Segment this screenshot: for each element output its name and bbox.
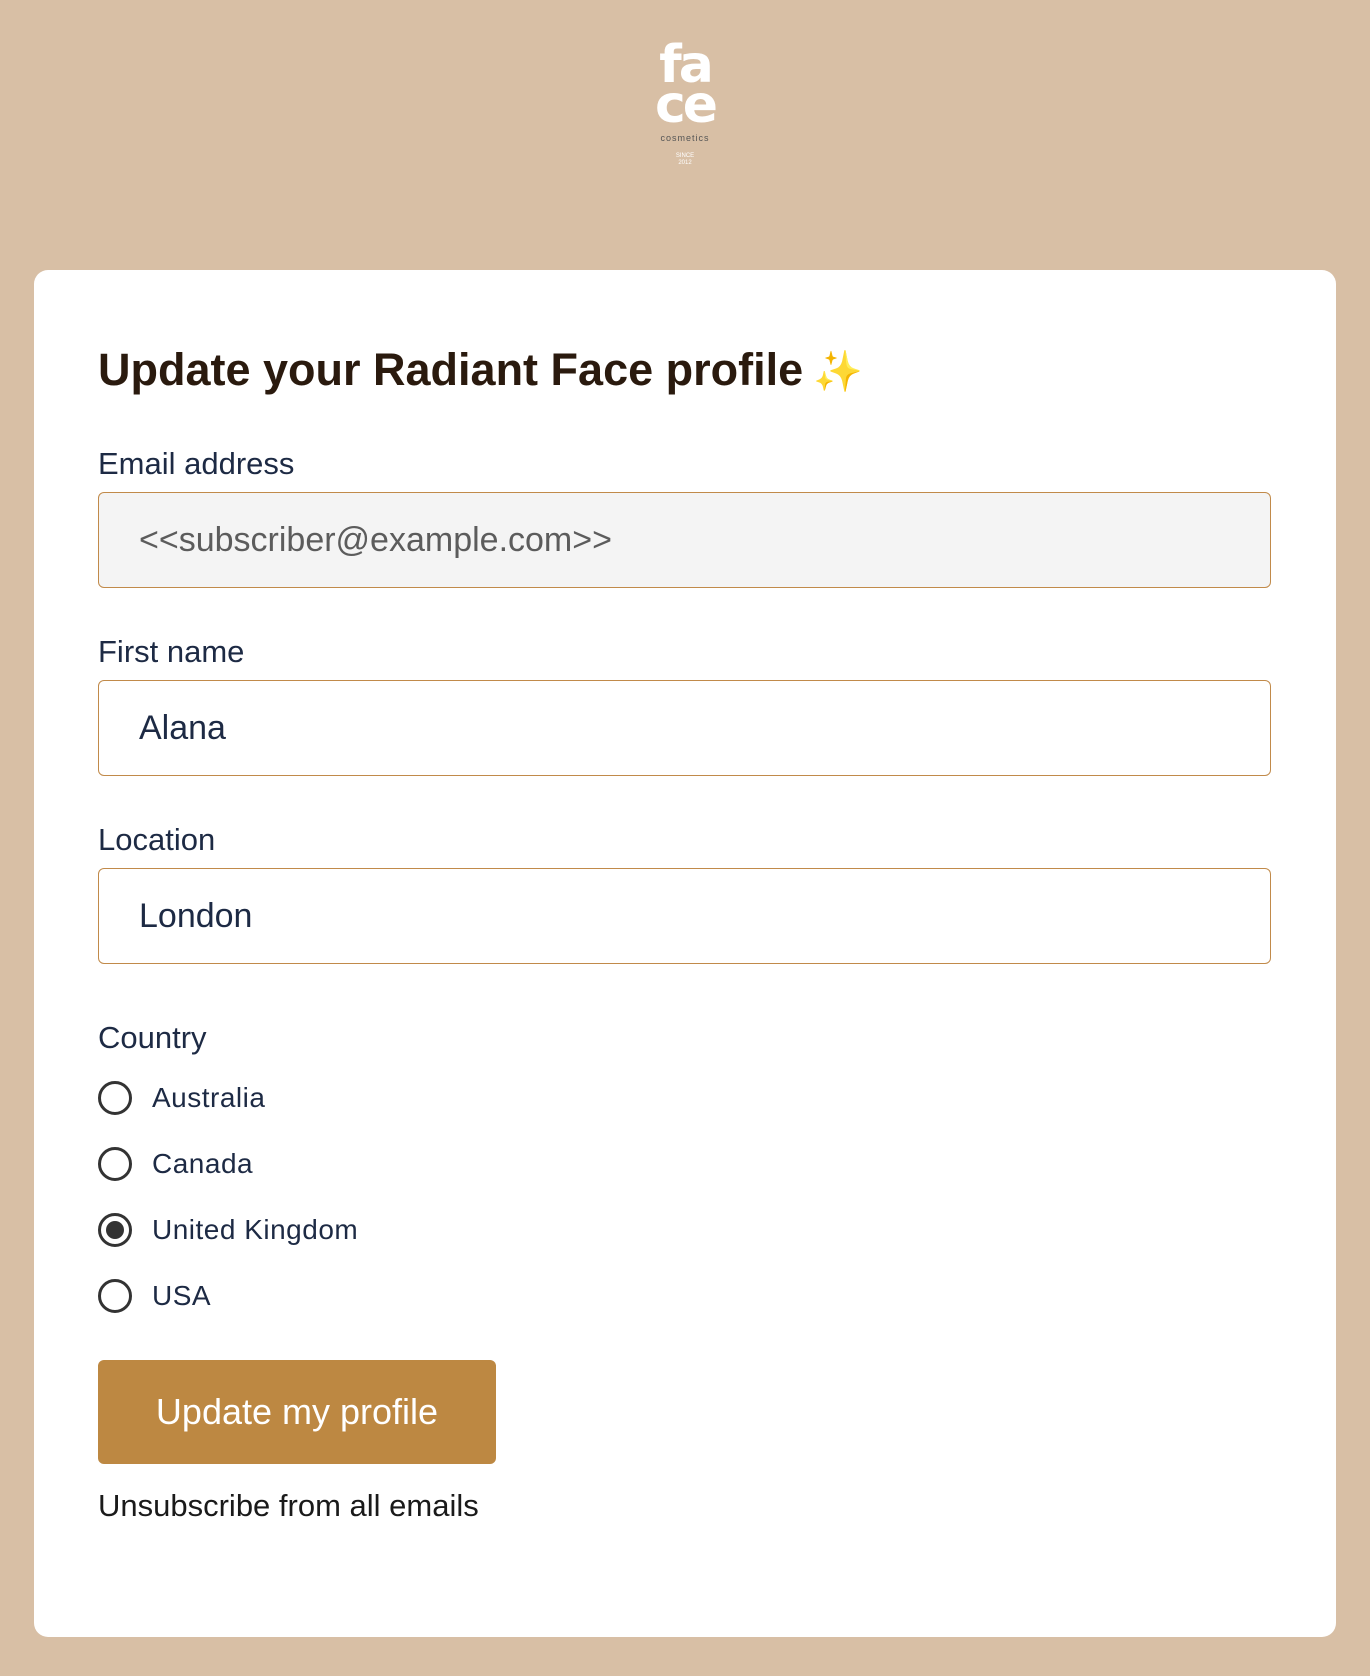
unsubscribe-link[interactable]: Unsubscribe from all emails [98, 1488, 479, 1524]
country-radio-group: Australia Canada United Kingdom USA [98, 1078, 1272, 1316]
country-option[interactable]: Canada [98, 1144, 1272, 1184]
brand-logo: fa ce cosmetics SINCE 2012 [635, 39, 735, 205]
update-profile-button[interactable]: Update my profile [98, 1360, 496, 1464]
first-name-field[interactable]: Alana [98, 680, 1271, 776]
email-field[interactable]: <<subscriber@example.com>> [98, 492, 1271, 588]
radio-button[interactable] [98, 1279, 132, 1313]
country-option-label: Australia [152, 1082, 266, 1113]
sparkles-icon: ✨ [813, 350, 863, 394]
location-field[interactable]: London [98, 868, 1271, 964]
logo-mark: fa ce [635, 39, 735, 135]
first-name-label: First name [98, 634, 245, 669]
location-label: Location [98, 822, 216, 857]
country-option-label: Canada [152, 1148, 254, 1179]
country-option[interactable]: USA [98, 1276, 1272, 1316]
country-option[interactable]: Australia [98, 1078, 1272, 1118]
country-option-label: United Kingdom [152, 1214, 359, 1245]
logo-tagline: cosmetics [660, 133, 710, 143]
logo-mark-bottom: ce [654, 75, 718, 135]
logo-since-year: 2012 [678, 160, 692, 166]
country-option-label: USA [152, 1280, 212, 1311]
profile-card: Update your Radiant Face profile ✨ Email … [34, 270, 1336, 1637]
logo-since-label: SINCE [675, 153, 695, 159]
page-title: Update your Radiant Face profile ✨ [98, 342, 1272, 400]
radio-button[interactable] [98, 1081, 132, 1115]
country-option[interactable]: United Kingdom [98, 1210, 1272, 1250]
radio-button[interactable] [98, 1147, 132, 1181]
logo-since: SINCE 2012 [635, 153, 735, 167]
country-label: Country [98, 1020, 207, 1055]
page-title-text: Update your Radiant Face profile [98, 344, 804, 395]
email-label: Email address [98, 446, 295, 481]
radio-button[interactable] [98, 1213, 132, 1247]
